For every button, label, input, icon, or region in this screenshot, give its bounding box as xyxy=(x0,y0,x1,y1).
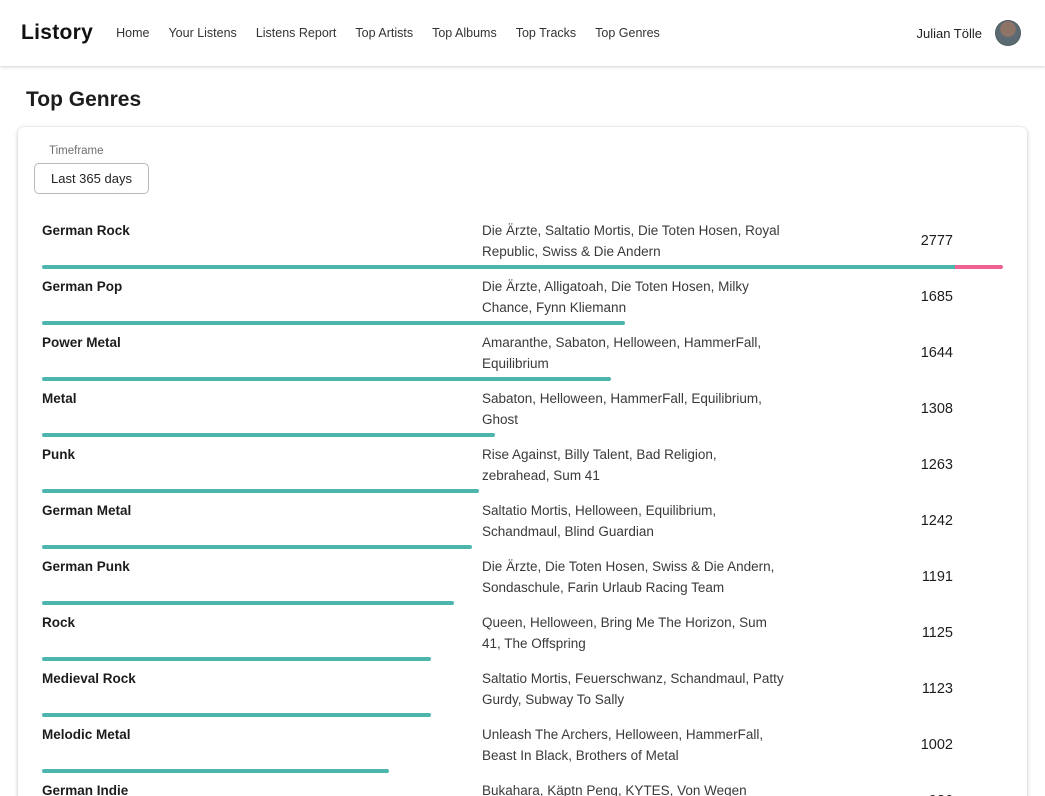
genre-count: 2777 xyxy=(802,233,1003,249)
genre-row: German RockDie Ärzte, Saltatio Mortis, D… xyxy=(42,216,1003,272)
genre-name: Medieval Rock xyxy=(42,668,482,710)
top-nav: Listory Home Your Listens Listens Report To… xyxy=(0,0,1045,66)
genre-count: 1242 xyxy=(802,513,1003,529)
genre-bar xyxy=(42,713,431,717)
genre-row: German IndieBukahara, Käptn Peng, KYTES,… xyxy=(42,776,1003,796)
genres-table: German RockDie Ärzte, Saltatio Mortis, D… xyxy=(42,216,1003,796)
genre-artists: Die Ärzte, Die Toten Hosen, Swiss & Die … xyxy=(482,556,787,598)
genre-count: 1002 xyxy=(802,737,1003,753)
genre-row: German PopDie Ärzte, Alligatoah, Die Tot… xyxy=(42,272,1003,328)
genre-bar xyxy=(42,377,611,381)
genre-count: 1644 xyxy=(802,345,1003,361)
genre-artists: Amaranthe, Sabaton, Helloween, HammerFal… xyxy=(482,332,787,374)
genre-artists: Queen, Helloween, Bring Me The Horizon, … xyxy=(482,612,787,654)
timeframe-label: Timeframe xyxy=(49,145,1003,157)
genre-bar xyxy=(42,433,495,437)
genre-row: Melodic MetalUnleash The Archers, Hellow… xyxy=(42,720,1003,776)
timeframe-select[interactable]: Last 365 days xyxy=(34,163,149,194)
genre-bar xyxy=(42,321,625,325)
nav-right: Julian Tölle xyxy=(916,20,1021,46)
nav-item-top-artists[interactable]: Top Artists xyxy=(355,26,413,40)
genre-row: MetalSabaton, Helloween, HammerFall, Equ… xyxy=(42,384,1003,440)
genre-row: Power MetalAmaranthe, Sabaton, Helloween… xyxy=(42,328,1003,384)
nav-item-your-listens[interactable]: Your Listens xyxy=(168,26,236,40)
genre-row: RockQueen, Helloween, Bring Me The Horiz… xyxy=(42,608,1003,664)
genre-name: German Metal xyxy=(42,500,482,542)
genre-artists: Bukahara, Käptn Peng, KYTES, Von Wegen L… xyxy=(482,780,787,796)
genre-artists: Saltatio Mortis, Helloween, Equilibrium,… xyxy=(482,500,787,542)
genre-bar xyxy=(42,489,479,493)
genre-artists: Die Ärzte, Saltatio Mortis, Die Toten Ho… xyxy=(482,220,787,262)
genre-artists: Unleash The Archers, Helloween, HammerFa… xyxy=(482,724,787,766)
user-avatar[interactable] xyxy=(995,20,1021,46)
genre-name: Rock xyxy=(42,612,482,654)
page-title: Top Genres xyxy=(26,88,1045,112)
nav-item-top-tracks[interactable]: Top Tracks xyxy=(516,26,576,40)
nav-item-listens-report[interactable]: Listens Report xyxy=(256,26,337,40)
nav-menu: Home Your Listens Listens Report Top Artist… xyxy=(116,26,660,40)
genre-row: Medieval RockSaltatio Mortis, Feuerschwa… xyxy=(42,664,1003,720)
genre-count: 1125 xyxy=(802,625,1003,641)
nav-item-top-genres[interactable]: Top Genres xyxy=(595,26,660,40)
genre-name: Power Metal xyxy=(42,332,482,374)
genre-bar xyxy=(42,769,389,773)
genre-count: 1263 xyxy=(802,457,1003,473)
genre-artists: Sabaton, Helloween, HammerFall, Equilibr… xyxy=(482,388,787,430)
genre-row: German PunkDie Ärzte, Die Toten Hosen, S… xyxy=(42,552,1003,608)
genre-name: German Pop xyxy=(42,276,482,318)
genre-row: PunkRise Against, Billy Talent, Bad Reli… xyxy=(42,440,1003,496)
genre-name: Punk xyxy=(42,444,482,486)
genre-count: 1308 xyxy=(802,401,1003,417)
genre-name: Metal xyxy=(42,388,482,430)
genre-bar xyxy=(42,601,454,605)
genre-bar xyxy=(42,265,1003,269)
brand-logo[interactable]: Listory xyxy=(21,21,93,45)
genre-bar xyxy=(42,657,431,661)
genre-name: German Indie xyxy=(42,780,482,796)
timeframe-filter: Timeframe Last 365 days xyxy=(42,145,1003,194)
genre-name: German Punk xyxy=(42,556,482,598)
genre-artists: Rise Against, Billy Talent, Bad Religion… xyxy=(482,444,787,486)
genre-name: Melodic Metal xyxy=(42,724,482,766)
user-name[interactable]: Julian Tölle xyxy=(916,26,982,41)
genre-name: German Rock xyxy=(42,220,482,262)
nav-item-home[interactable]: Home xyxy=(116,26,149,40)
genre-count: 1685 xyxy=(802,289,1003,305)
genre-artists: Die Ärzte, Alligatoah, Die Toten Hosen, … xyxy=(482,276,787,318)
genre-count: 1123 xyxy=(802,681,1003,697)
nav-item-top-albums[interactable]: Top Albums xyxy=(432,26,497,40)
genre-count: 1191 xyxy=(802,569,1003,585)
genre-row: German MetalSaltatio Mortis, Helloween, … xyxy=(42,496,1003,552)
genre-artists: Saltatio Mortis, Feuerschwanz, Schandmau… xyxy=(482,668,787,710)
top-genres-card: Timeframe Last 365 days German RockDie Ä… xyxy=(18,127,1027,796)
genre-bar xyxy=(42,545,472,549)
